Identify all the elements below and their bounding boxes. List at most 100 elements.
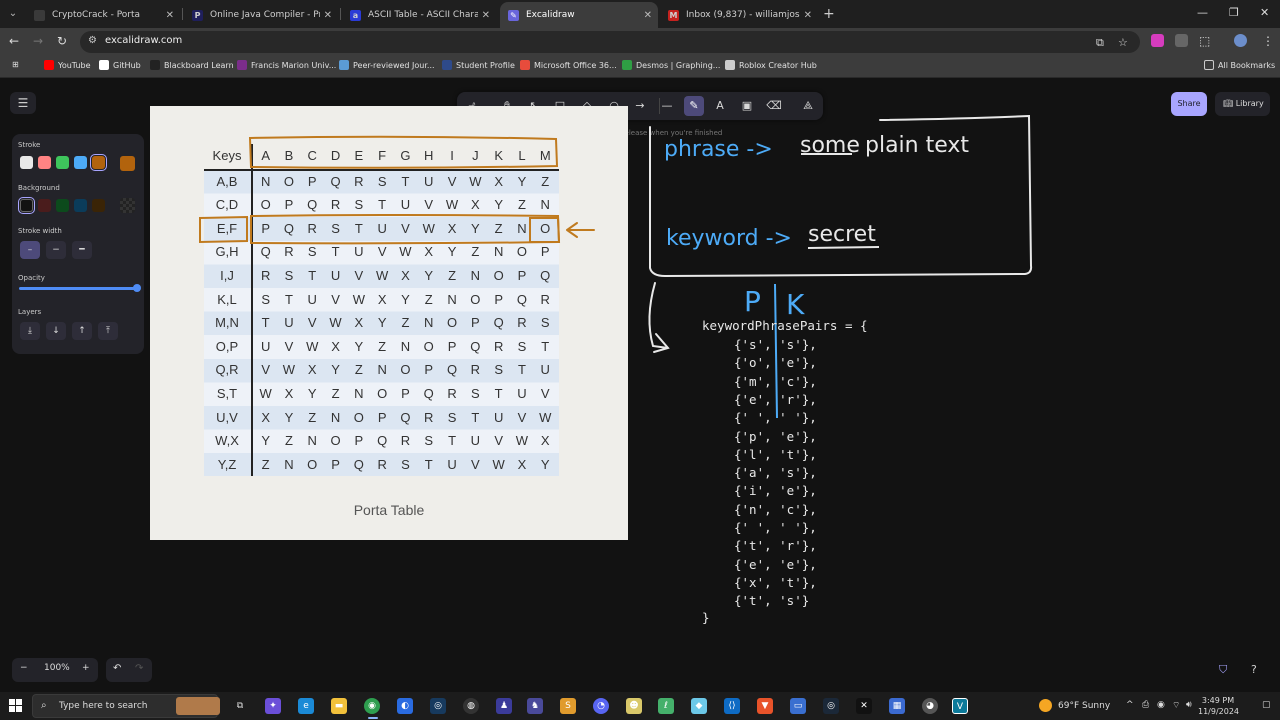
site-info-icon[interactable]: ⚙ xyxy=(88,35,97,46)
back-icon[interactable]: ← xyxy=(9,34,19,48)
close-tab-icon[interactable]: ✕ xyxy=(644,10,652,21)
zoom-level[interactable]: 100% xyxy=(44,663,70,673)
bookmark-blackboard[interactable]: Blackboard Learn xyxy=(150,60,234,70)
tab-inbox[interactable]: M Inbox (9,837) - williamjosephhc ✕ xyxy=(660,2,818,28)
weather-widget[interactable]: 69°F Sunny xyxy=(1039,699,1110,712)
bookmark-github[interactable]: GitHub xyxy=(99,60,141,70)
steam-icon[interactable]: ◎ xyxy=(823,698,839,714)
app-icon[interactable]: ℓ xyxy=(658,698,674,714)
close-window-icon[interactable]: ✕ xyxy=(1260,6,1269,19)
phrase-label: phrase -> xyxy=(664,137,773,162)
browser-menu-icon[interactable]: ⋮ xyxy=(1262,34,1274,48)
tab-ascii-table[interactable]: a ASCII Table - ASCII Character C ✕ xyxy=(342,2,496,28)
secret-underline xyxy=(807,246,880,249)
close-tab-icon[interactable]: ✕ xyxy=(166,10,174,21)
app-icon[interactable]: ☻ xyxy=(626,698,642,714)
forward-icon[interactable]: → xyxy=(33,34,43,48)
windows-taskbar: ⌕ Type here to search ⧉ ✦ e ▬ ◉ ◐ ◎ ◍ ♟ … xyxy=(0,692,1280,720)
system-clock[interactable]: 3:49 PM 11/9/2024 xyxy=(1198,695,1239,717)
task-view-icon[interactable]: ⧉ xyxy=(232,698,248,714)
office-icon xyxy=(520,60,530,70)
new-tab-icon[interactable]: + xyxy=(823,6,835,22)
code-pair-line: {'m', 'c'}, xyxy=(734,373,817,389)
steam-icon[interactable]: ◎ xyxy=(430,698,446,714)
ef-row-highlight xyxy=(250,214,561,245)
code-pair-line: {'p', 'e'}, xyxy=(734,428,817,444)
desmos-icon xyxy=(622,60,632,70)
header-row-highlight xyxy=(248,135,559,169)
sketch-layer: phrase -> some plain text keyword -> sec… xyxy=(199,114,1033,419)
file-explorer-icon[interactable]: ▬ xyxy=(331,698,347,714)
tray-app-icon[interactable]: ⎙ xyxy=(1142,700,1149,710)
close-tab-icon[interactable]: ✕ xyxy=(324,10,332,21)
tab-favicon-icon xyxy=(34,9,45,21)
bookmark-student-profile[interactable]: Student Profile xyxy=(442,60,515,70)
show-hidden-icons-icon[interactable]: ^ xyxy=(1126,700,1134,710)
zoom-out-icon[interactable]: − xyxy=(20,663,28,673)
app-icon[interactable]: ◕ xyxy=(922,698,938,714)
excalidraw-canvas[interactable]: ☰ 🔓︎ ✋︎ ↖ □ ◇ ○ → — ✎ A ▣ ⌫ ⟁ Click and … xyxy=(0,78,1280,692)
discord-icon[interactable]: ◔ xyxy=(593,698,609,714)
code-pair-line: {' ', ' '}, xyxy=(734,520,817,535)
app-icon[interactable]: ♟ xyxy=(496,698,512,714)
p-label: P xyxy=(744,285,761,318)
app-icon[interactable]: ◍ xyxy=(463,698,479,714)
app-icon[interactable]: ◐ xyxy=(397,698,413,714)
copilot-icon[interactable]: ✦ xyxy=(265,698,281,714)
vscode-icon[interactable]: ⟨⟩ xyxy=(724,698,740,714)
zoom-in-icon[interactable]: + xyxy=(82,663,90,673)
extensions-puzzle-icon[interactable]: ⬚ xyxy=(1199,34,1210,48)
redo-icon[interactable]: ↷ xyxy=(135,663,143,674)
volume-icon[interactable]: 🔊︎ xyxy=(1186,700,1192,710)
extension-icon[interactable] xyxy=(1151,34,1164,47)
tab-cryptocrack[interactable]: CryptoCrack - Porta ✕ xyxy=(26,2,180,28)
brave-icon[interactable]: ▼ xyxy=(757,698,773,714)
undo-icon[interactable]: ↶ xyxy=(113,663,121,674)
windows-start-icon[interactable] xyxy=(9,699,22,712)
epic-games-icon[interactable]: ✕ xyxy=(856,698,872,714)
extension-icon[interactable] xyxy=(1175,34,1188,47)
app-icon[interactable]: S xyxy=(560,698,576,714)
tab-java-compiler[interactable]: P Online Java Compiler - Programiz ✕ xyxy=(184,2,338,28)
tab-search-icon[interactable]: ⌄ xyxy=(4,5,22,23)
calculator-icon[interactable]: ▦ xyxy=(889,698,905,714)
code-pair-line: {'n', 'c'}, xyxy=(734,501,817,517)
app-icon[interactable]: ♞ xyxy=(527,698,543,714)
bookmark-office365[interactable]: Microsoft Office 36... xyxy=(520,60,617,70)
profile-avatar[interactable] xyxy=(1234,34,1247,47)
o-cell-highlight xyxy=(529,217,561,243)
app-icon[interactable]: V xyxy=(952,698,968,714)
code-pair-line: {'s', 's'}, xyxy=(734,337,817,352)
bookmark-roblox[interactable]: Roblox Creator Hub xyxy=(725,60,817,70)
edge-icon[interactable]: e xyxy=(298,698,314,714)
fmu-icon xyxy=(237,60,247,70)
bookmark-desmos[interactable]: Desmos | Graphing... xyxy=(622,60,720,70)
help-icon[interactable]: ? xyxy=(1251,663,1257,676)
wifi-icon[interactable]: ⌔ xyxy=(1172,700,1180,711)
app-icon[interactable]: ◆ xyxy=(691,698,707,714)
shield-icon[interactable]: ⛉ xyxy=(1219,663,1227,677)
bookmark-star-icon[interactable]: ☆ xyxy=(1118,36,1128,49)
keyword-label: keyword -> xyxy=(666,226,792,251)
tray-app-icon[interactable]: ◉ xyxy=(1157,700,1165,710)
code-open: keywordPhrasePairs = { xyxy=(702,318,868,333)
minimize-icon[interactable]: — xyxy=(1197,6,1208,19)
reload-icon[interactable]: ↻ xyxy=(57,34,67,48)
bookmark-fmu[interactable]: Francis Marion Univ... xyxy=(237,60,336,70)
chrome-icon[interactable]: ◉ xyxy=(364,698,380,714)
apps-grid-icon[interactable]: ⊞ xyxy=(12,60,19,69)
curved-arrow xyxy=(648,282,670,353)
app-icon[interactable]: ▭ xyxy=(790,698,806,714)
bookmark-youtube[interactable]: YouTube xyxy=(44,60,91,70)
install-app-icon[interactable]: ⧉ xyxy=(1096,36,1104,50)
address-bar[interactable]: ⚙ excalidraw.com ⧉ ☆ xyxy=(80,31,1140,53)
restore-icon[interactable]: ❐ xyxy=(1229,6,1239,19)
youtube-icon xyxy=(44,60,54,70)
bookmark-journals[interactable]: Peer-reviewed Jour... xyxy=(339,60,435,70)
notifications-icon[interactable]: ▢ xyxy=(1262,700,1271,710)
tab-excalidraw[interactable]: ✎ Excalidraw ✕ xyxy=(500,2,658,28)
all-bookmarks[interactable]: All Bookmarks xyxy=(1204,60,1275,70)
close-tab-icon[interactable]: ✕ xyxy=(482,10,490,21)
ef-key-highlight xyxy=(199,215,248,244)
close-tab-icon[interactable]: ✕ xyxy=(804,10,812,21)
